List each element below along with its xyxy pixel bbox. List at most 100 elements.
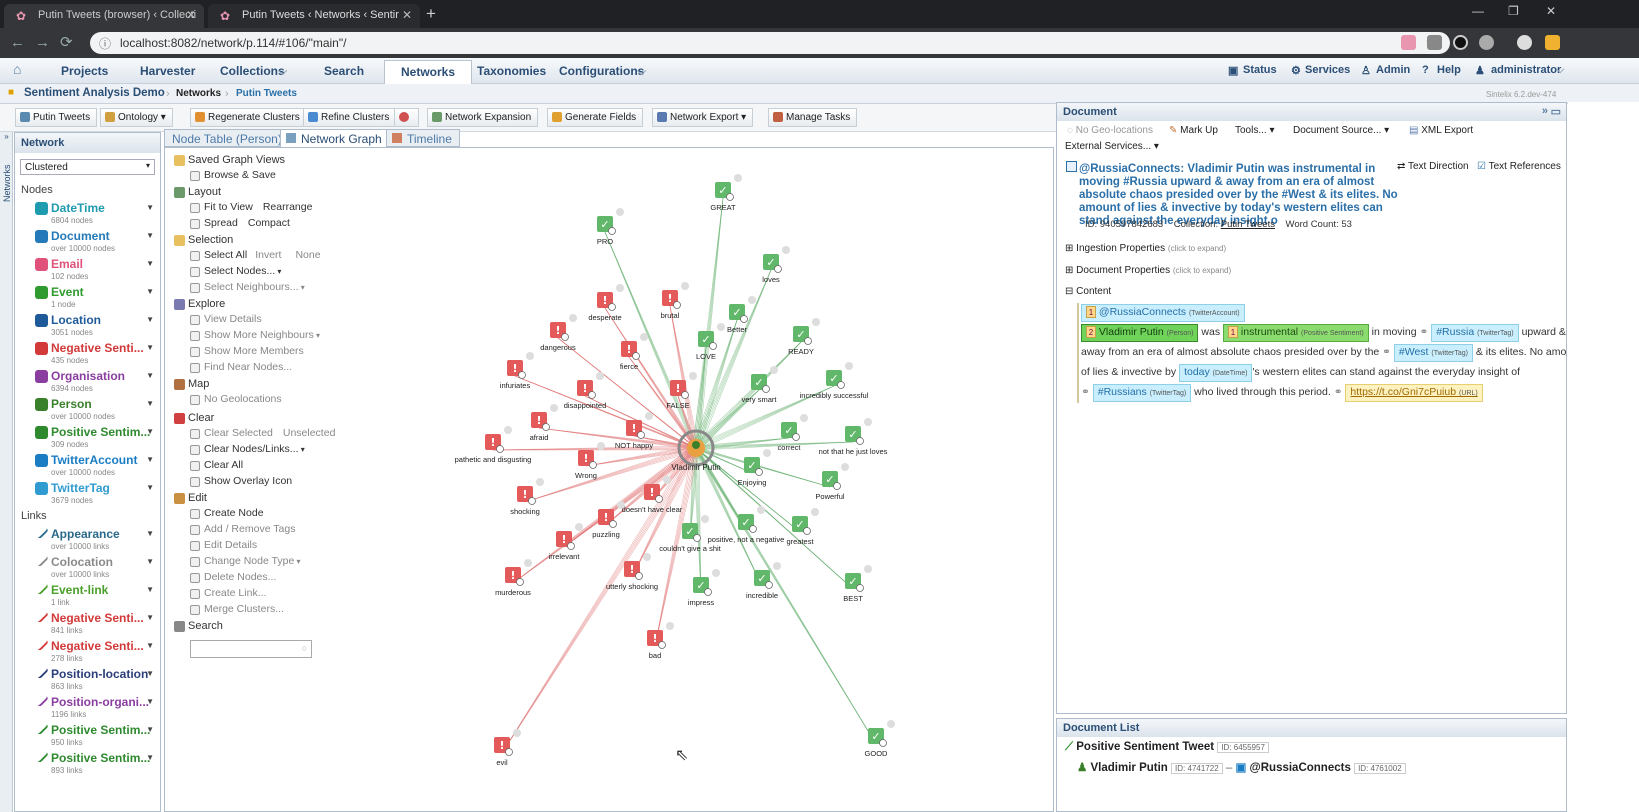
link-type-4[interactable]: Negative Senti... 278 links ▼: [15, 636, 160, 665]
chevron-down-icon[interactable]: ▼: [146, 203, 154, 212]
annotation-person[interactable]: 2 Vladimir Putin (Person): [1081, 324, 1199, 342]
graph-search-input[interactable]: ○: [190, 640, 312, 658]
url-input[interactable]: ⓘ localhost:8082/network/p.114/#106/"mai…: [90, 32, 1450, 54]
chevron-down-icon[interactable]: ▼: [146, 641, 154, 650]
menu-action[interactable]: Spread Compact: [168, 216, 328, 232]
breadcrumb-current[interactable]: Putin Tweets: [236, 88, 297, 99]
chevron-down-icon[interactable]: ▼: [146, 399, 154, 408]
xml-export-button[interactable]: ▤ XML Export: [1409, 125, 1473, 136]
nav-user[interactable]: administrator: [1491, 64, 1561, 76]
nav-services[interactable]: Services: [1305, 64, 1350, 76]
nav-search[interactable]: Search: [324, 64, 364, 78]
chevron-down-icon[interactable]: ▼: [146, 669, 154, 678]
positive-sentiment-node[interactable]: ✓ Powerful: [815, 463, 849, 501]
negative-sentiment-node[interactable]: ! disappointed: [564, 372, 607, 410]
text-references-checkbox[interactable]: ☑ Text References: [1477, 161, 1561, 172]
node-type-7[interactable]: Person over 10000 nodes ▼: [15, 395, 160, 423]
close-tab-icon[interactable]: ✕: [402, 8, 412, 22]
menu-action[interactable]: Create Link...: [168, 586, 328, 602]
menu-action-secondary[interactable]: Unselected: [283, 427, 336, 439]
positive-sentiment-node[interactable]: ✓ PRO: [597, 208, 624, 246]
menu-action[interactable]: Edit Details: [168, 538, 328, 554]
positive-sentiment-node[interactable]: ✓ positive, not a negative: [708, 506, 785, 544]
minimize-panel-icon[interactable]: ▭: [1551, 105, 1561, 118]
menu-action[interactable]: Delete Nodes...: [168, 570, 328, 586]
nav-status[interactable]: Status: [1243, 64, 1277, 76]
menu-action[interactable]: Clear Selected Unselected: [168, 426, 335, 442]
chevron-down-icon[interactable]: ▼: [146, 231, 154, 240]
negative-sentiment-node[interactable]: ! evil: [494, 729, 521, 767]
invert-selection-action[interactable]: Invert: [255, 249, 281, 261]
negative-sentiment-node[interactable]: ! desperate: [588, 284, 624, 322]
link-type-6[interactable]: Position-organi... 1196 links ▼: [15, 692, 160, 721]
text-direction-toggle[interactable]: ⇄ Text Direction: [1397, 161, 1469, 172]
menu-action[interactable]: Create Node: [168, 506, 328, 522]
negative-sentiment-node[interactable]: ! pathetic and disgusting: [455, 426, 532, 464]
chevron-down-icon[interactable]: ▼: [146, 725, 154, 734]
cluster-settings-button[interactable]: [394, 108, 419, 127]
annotation-twitter-account[interactable]: 1 @RussiaConnects (TwitterAccount): [1081, 304, 1245, 322]
content-toggle[interactable]: ⊟ Content: [1065, 286, 1111, 297]
chevron-down-icon[interactable]: ▼: [146, 483, 154, 492]
node-type-2[interactable]: Email 102 nodes ▼: [15, 255, 160, 283]
select-none-action[interactable]: None: [295, 249, 320, 261]
chevron-down-icon[interactable]: ▼: [146, 585, 154, 594]
negative-sentiment-node[interactable]: ! brutal: [661, 282, 689, 320]
extension-icon[interactable]: [1427, 35, 1442, 50]
nav-admin[interactable]: Admin: [1376, 64, 1410, 76]
expand-icon[interactable]: »: [1542, 105, 1548, 117]
chevron-down-icon[interactable]: ▼: [146, 315, 154, 324]
collection-link[interactable]: Putin Tweets: [1221, 219, 1275, 230]
menu-action[interactable]: Merge Clusters...: [168, 602, 328, 618]
tools-menu[interactable]: Tools... ▾: [1235, 125, 1275, 136]
positive-sentiment-node[interactable]: ✓ correct: [778, 414, 808, 452]
extension-icon[interactable]: [1479, 35, 1494, 50]
annotation-twitter-tag[interactable]: #West (TwitterTag): [1393, 344, 1473, 362]
profile-avatar[interactable]: [1517, 35, 1532, 50]
external-services-menu[interactable]: External Services... ▾: [1065, 141, 1159, 152]
generate-fields-button[interactable]: Generate Fields: [547, 108, 644, 127]
menu-action[interactable]: No Geolocations: [168, 392, 328, 408]
chevron-down-icon[interactable]: ▼: [146, 613, 154, 622]
extension-icon[interactable]: [1453, 35, 1468, 50]
negative-sentiment-node[interactable]: ! dangerous: [540, 314, 577, 352]
ontology-button[interactable]: Ontology ▾: [100, 108, 173, 127]
network-expansion-button[interactable]: Network Expansion: [427, 108, 539, 127]
nav-networks[interactable]: Networks: [384, 60, 473, 85]
refine-clusters-button[interactable]: Refine Clusters: [303, 108, 397, 127]
negative-sentiment-node[interactable]: ! murderous: [495, 559, 532, 597]
breadcrumb-networks[interactable]: Networks: [176, 88, 221, 99]
link-type-7[interactable]: Positive Sentim... 950 links ▼: [15, 720, 160, 749]
nav-arrows-icon[interactable]: ←→⟳: [10, 33, 83, 51]
menu-action[interactable]: Clear All: [168, 458, 328, 474]
manage-tasks-button[interactable]: Manage Tasks: [768, 108, 858, 127]
positive-sentiment-node[interactable]: ✓ not that he just loves: [819, 418, 888, 456]
chevron-down-icon[interactable]: ▼: [146, 753, 154, 762]
annotation-datetime[interactable]: today (DateTime): [1179, 364, 1253, 382]
geo-locations-button[interactable]: ◌ No Geo-locations: [1067, 125, 1153, 136]
minimize-icon[interactable]: —: [1472, 4, 1484, 18]
menu-action[interactable]: Find Near Nodes...: [168, 360, 328, 376]
layout-select[interactable]: Clustered ▾: [20, 159, 155, 175]
node-type-5[interactable]: Negative Senti... 435 nodes ▼: [15, 339, 160, 367]
mark-up-button[interactable]: ✎ Mark Up: [1169, 125, 1218, 136]
positive-sentiment-node[interactable]: ✓ READY: [788, 318, 820, 356]
menu-action-secondary[interactable]: Compact: [248, 217, 290, 229]
positive-sentiment-node[interactable]: ✓ impress: [688, 569, 720, 607]
extension-icon[interactable]: [1401, 35, 1416, 50]
node-type-3[interactable]: Event 1 node ▼: [15, 283, 160, 311]
extension-icon[interactable]: [1545, 35, 1560, 50]
menu-action[interactable]: Clear Nodes/Links... ▾: [168, 442, 328, 458]
negative-sentiment-node[interactable]: ! fierce: [620, 333, 648, 371]
positive-sentiment-node[interactable]: ✓ GOOD: [865, 720, 895, 758]
annotation-positive-sentiment[interactable]: 1 instrumental (Positive Sentiment): [1223, 324, 1369, 342]
node-type-8[interactable]: Positive Sentim... 309 nodes ▼: [15, 423, 160, 451]
nav-help[interactable]: Help: [1437, 64, 1461, 76]
chevron-down-icon[interactable]: ▼: [146, 529, 154, 538]
networks-side-strip[interactable]: » Networks: [0, 132, 13, 812]
new-tab-icon[interactable]: +: [426, 4, 436, 24]
menu-action[interactable]: Change Node Type ▾: [168, 554, 328, 570]
node-type-0[interactable]: DateTime 6804 nodes ▼: [15, 199, 160, 227]
menu-action[interactable]: Add / Remove Tags: [168, 522, 328, 538]
node-type-6[interactable]: Organisation 6394 nodes ▼: [15, 367, 160, 395]
